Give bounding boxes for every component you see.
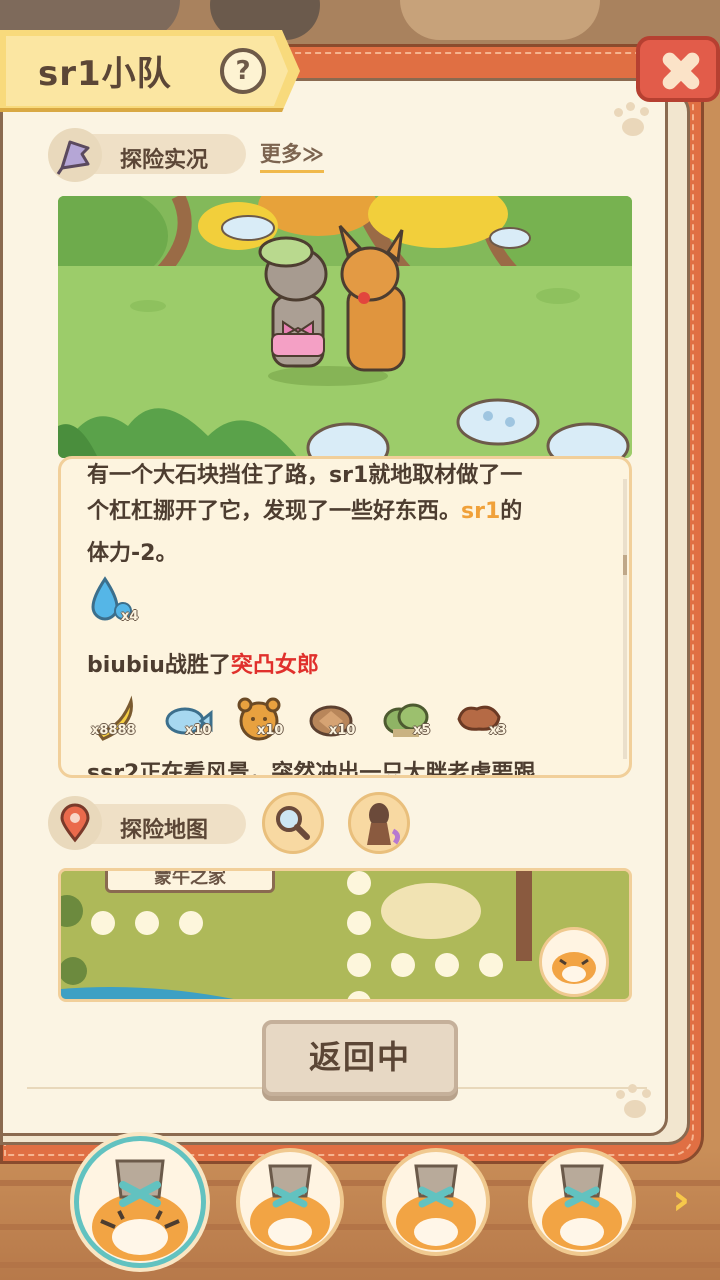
bear-cookie-icon: [233, 691, 285, 747]
item-quantity: x10: [257, 723, 284, 738]
fish-icon: [161, 691, 213, 747]
map-path-dot: [479, 953, 503, 977]
paw-print-icon: [612, 102, 652, 142]
more-link[interactable]: 更多≫: [260, 138, 324, 173]
enemy-name: 突凸女郎: [230, 653, 319, 678]
map-path-dot: [391, 953, 415, 977]
exploration-map[interactable]: 蒙牛之家: [58, 868, 632, 1002]
returning-button[interactable]: 返回中: [262, 1020, 458, 1096]
location-pin-icon: [48, 796, 102, 850]
character-icon: [367, 803, 401, 845]
log-entry-text: ssr2正在看风景，突然冲出一只大胖老虎要跟: [87, 761, 536, 778]
map-path-dot: [135, 911, 159, 935]
leaf-pile-icon: [379, 691, 431, 747]
log-scrollbar[interactable]: [623, 479, 627, 759]
item-quantity: x4: [121, 609, 139, 624]
exploration-log-box[interactable]: 有一个大石块挡住了路，sr1就地取材做了一 个杠杠挪开了它，发现了一些好东西。s…: [58, 456, 632, 778]
item-quantity: x3: [489, 723, 507, 738]
log-entry-text: 个杠杠挪开了它，发现了一些好东西。sr1的: [87, 499, 523, 524]
item-quantity: x10: [329, 723, 356, 738]
item-quantity: x10: [185, 723, 212, 738]
character-button[interactable]: [348, 792, 410, 854]
location-sign: 蒙牛之家: [105, 871, 275, 893]
magnifier-button[interactable]: [262, 792, 324, 854]
tiger-avatar-2[interactable]: [236, 1148, 344, 1256]
meat-icon: [453, 691, 505, 747]
log-entry-text: biubiu战胜了突凸女郎: [87, 653, 319, 678]
map-path-dot: [435, 953, 459, 977]
banana-icon: [89, 691, 141, 747]
tiger-map-marker-icon: [539, 927, 609, 997]
map-path-dot: [347, 911, 371, 935]
item-quantity: x8888: [91, 723, 136, 738]
item-quantity: x5: [413, 723, 431, 738]
close-button[interactable]: [636, 36, 720, 102]
map-path-dot: [347, 871, 371, 895]
flag-icon: [48, 128, 102, 182]
team-title: sr1小队: [38, 54, 172, 94]
paw-print-icon: [614, 1084, 654, 1124]
log-entry-text: 有一个大石块挡住了路，sr1就地取材做了一: [87, 463, 523, 488]
turtle-shell-icon: [305, 691, 357, 747]
help-button[interactable]: ?: [220, 48, 266, 94]
tiger-avatar-3[interactable]: [382, 1148, 490, 1256]
log-section-label: 探险实况: [120, 148, 209, 173]
magnifier-icon: [276, 806, 310, 840]
next-arrow-icon[interactable]: ›: [672, 1178, 702, 1222]
map-section-label: 探险地图: [120, 818, 209, 843]
tiger-avatar-4[interactable]: [528, 1148, 636, 1256]
team-member-name: sr1: [461, 499, 501, 524]
log-entry-text: 体力-2。: [87, 541, 178, 566]
map-path-dot: [179, 911, 203, 935]
map-path-dot: [91, 911, 115, 935]
map-path-dot: [347, 953, 371, 977]
tiger-avatar-1[interactable]: [74, 1136, 206, 1268]
exploration-scene: [58, 196, 632, 458]
